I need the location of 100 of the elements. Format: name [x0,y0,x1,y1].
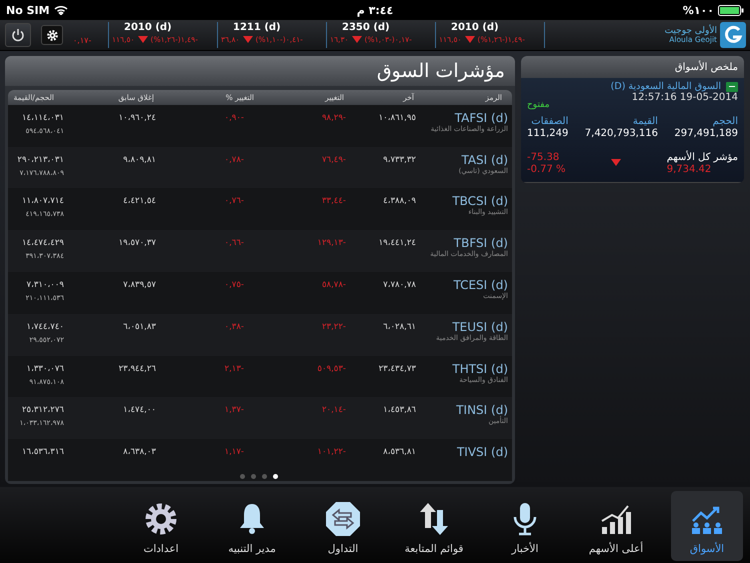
panel-title: ملخص الأسواق [674,62,738,72]
market-datetime: 19-05-2014 12:57:16 [632,92,738,105]
up-down-arrows-icon [418,502,450,536]
index-value: 9,734.42 [666,164,712,176]
last-price: ٩،٧٣٣,٣٢ [383,154,416,165]
previous-close: ٢٣،٩٤٤,٢٦ [118,364,156,374]
change-percent: ٠,٧٦- [224,196,244,206]
page-dot[interactable] [240,474,245,479]
clock-time: ٣:٤٤ م [356,4,394,16]
change-value: ٢٠,١٤- [322,405,346,416]
previous-close: ٩،٨٠٩,٨١ [123,154,156,165]
tab-bar-item[interactable]: الأسواق [671,491,743,561]
tab-bar-item[interactable]: أعلى الأسهم [572,491,660,561]
previous-close: ٨،٦٣٨,٠٣ [123,447,156,458]
change-value: ٥٠٩,٥٣- [317,364,346,374]
tab-bar-item[interactable]: قوائم المتابعة [390,491,478,561]
change-value: ٩٨,٢٩- [322,112,346,123]
previous-close: ٦،٠٥١,٨٣ [123,322,156,332]
panel-title: مؤشرات السوق [376,60,505,82]
carrier-label: No SIM [6,4,50,16]
change-percent: ٠,٧٥- [224,280,244,290]
market-status: مفتوح [527,99,550,110]
index-symbol[interactable]: THTSI (d) [452,362,508,376]
bell-icon [237,502,267,536]
index-symbol[interactable]: TCESI (d) [453,278,508,292]
power-icon [11,28,25,42]
ticker-symbol: 2010 (d) [450,22,500,33]
stat-label: الحجم [712,116,738,128]
change-value: ٢٣,٢٢- [322,322,346,332]
stat-label: القيمة [632,116,658,128]
battery-icon [718,4,744,16]
power-button[interactable] [5,23,31,47]
page-dot[interactable] [251,474,256,479]
stat-value: 7,420,793,116 [584,128,658,140]
previous-close: ١،٤٧٤,٠٠ [123,405,156,416]
volume-value: ١٦،٥٣٦،٣١٦ [22,447,64,458]
change-percent: ٠,٩٠- [224,112,244,123]
index-change-percent: -0.77 % [527,164,566,176]
stat-value: 297,491,189 [674,128,738,140]
stat-label: الصفقات [530,116,568,128]
volume-value: ١،٣٣٠،٠٧٦ [26,364,64,374]
change-percent: ٢,١٣- [224,364,244,374]
stat-value: 111,249 [527,128,568,140]
market-name[interactable]: السوق المالية السعودية (D) [610,81,721,92]
tab-bar-item[interactable]: مدير التنبيه [208,491,296,561]
index-symbol[interactable]: TINSI (d) [456,403,508,418]
index-symbol[interactable]: TIVSI (d) [456,445,508,460]
last-price: ٨،٥٣٦,٨١ [383,447,416,458]
logo-icon [720,22,746,48]
previous-close: ٤،٤٢١,٥٤ [123,196,156,206]
change-percent: ٠,٦٦- [224,238,244,248]
last-price: ٢٣،٤٣٤,٧٣ [378,364,416,374]
volume-value: ١١،٨٠٧،٧١٤ [22,196,64,206]
ticker-symbol: 2350 (d) [341,22,391,33]
index-symbol[interactable]: TBCSI (d) [452,194,508,208]
volume-value: ٧،٣١٠،٠٠٩ [26,280,64,290]
ticker-symbol: 1211 (d) [232,22,282,33]
index-symbol[interactable]: TASI (d) [461,152,508,167]
microphone-icon [512,502,538,536]
change-value: ٥٨,٧٨- [322,280,346,290]
index-symbol[interactable]: TBFSI (d) [454,236,508,250]
previous-close: ١٩،٥٧٠,٣٧ [118,238,156,248]
tab-bar-item[interactable]: التداول [299,491,387,561]
tab-bar-item[interactable]: اعدادات [117,491,205,561]
index-change: -75.38 [527,152,560,164]
change-percent: ١,١٧- [224,447,244,458]
volume-value: ١٤،٤٧٤،٤٢٩ [22,238,64,248]
change-value: ٣٣,٤٤- [322,196,346,206]
last-price: ١٠،٨٦١,٩٥ [378,112,416,123]
page-dot[interactable] [273,474,278,479]
change-percent: ١,٣٧- [224,405,244,416]
volume-value: ٢٥،٣١٢،٢٧٦ [22,405,64,416]
page-dot[interactable] [262,474,267,479]
previous-close: ١٠،٩٦٠,٢٤ [118,112,156,123]
tab-bar-item[interactable]: الأخبار [481,491,569,561]
flag-icon [726,82,738,92]
volume-value: ١،٧٤٤،٧٤٠ [26,322,64,332]
battery-percent: %١٠٠ [682,4,714,16]
last-price: ١،٤٥٣,٨٦ [383,405,416,416]
change-percent: ٠,٧٨- [224,154,244,165]
volume-value: ١٤،١١٤،٠٣١ [22,112,64,123]
swap-arrows-icon [325,501,361,537]
last-price: ٧،٧٨٠,٧٨ [383,280,416,290]
volume-value: ٢٩٠،٢١٣،٠٣١ [17,154,64,165]
settings-icon [46,28,58,42]
change-percent: ٠,٣٨- [224,322,244,332]
gear-icon [144,502,178,536]
last-price: ٦،٠٢٨,٦١ [383,322,416,332]
index-symbol[interactable]: TEUSI (d) [452,320,508,334]
last-price: ١٩،٤٤١,٢٤ [378,238,416,248]
settings-button[interactable] [41,25,63,45]
previous-close: ٧،٨٣٩,٥٧ [123,280,156,290]
last-price: ٤،٣٨٨,٠٩ [383,196,416,206]
ticker-change: ٠,١٧- [73,36,92,45]
logo-arabic-text: الأولى جوجيت [664,26,717,36]
index-symbol[interactable]: TAFSI (d) [454,110,508,125]
change-value: ٧٦,٤٩- [322,154,346,165]
change-value: ١٢٩,١٣- [317,238,346,248]
rising-bars-icon [600,503,632,535]
index-name: مؤشر كل الأسهم [666,152,738,164]
